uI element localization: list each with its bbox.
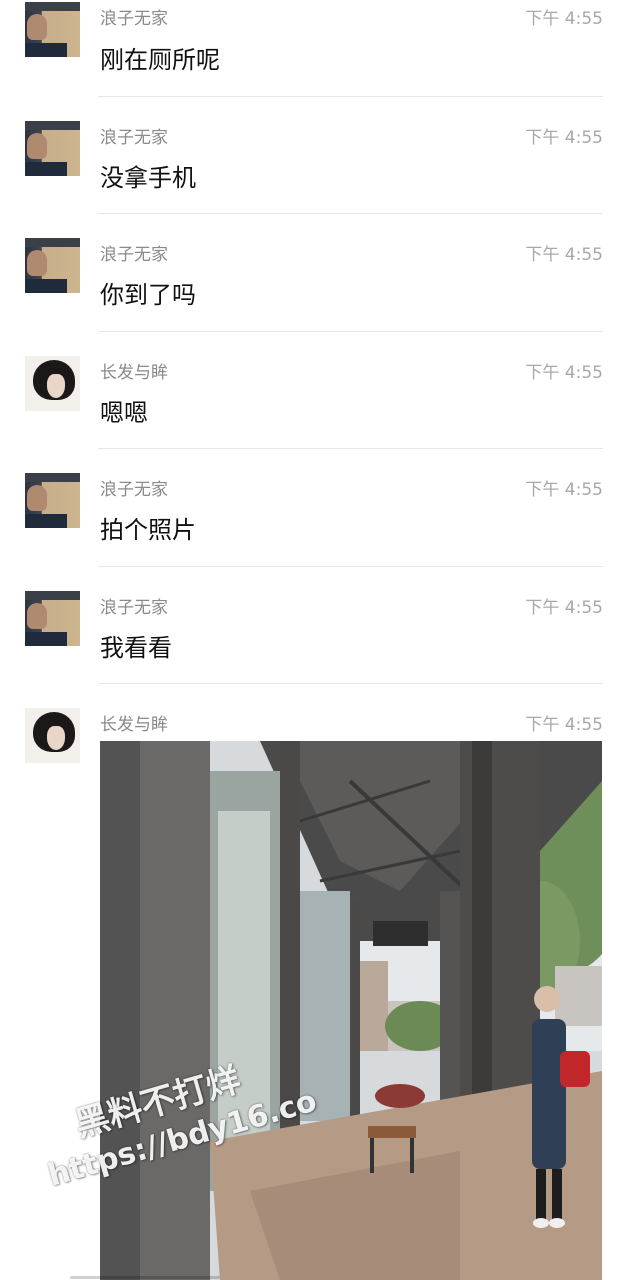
message-time: 下午 4:55 <box>525 245 603 265</box>
bus-stop-photo <box>100 741 602 1280</box>
message-text[interactable]: 你到了吗 <box>100 275 196 310</box>
message-text[interactable]: 拍个照片 <box>100 510 196 545</box>
sender-name: 浪子无家 <box>100 480 168 500</box>
message-time: 下午 4:55 <box>525 363 603 383</box>
divider <box>98 213 603 214</box>
scroll-indicator[interactable] <box>70 1276 220 1279</box>
message-text[interactable]: 我看看 <box>100 628 172 663</box>
sender-name: 浪子无家 <box>100 128 168 148</box>
message-time: 下午 4:55 <box>525 715 603 735</box>
divider <box>98 331 603 332</box>
avatar[interactable] <box>25 473 80 528</box>
photo-message[interactable] <box>100 741 602 1280</box>
avatar[interactable] <box>25 591 80 646</box>
divider <box>98 96 603 97</box>
divider <box>98 448 603 449</box>
message-text[interactable]: 刚在厕所呢 <box>100 40 220 75</box>
message-time: 下午 4:55 <box>525 9 603 29</box>
divider <box>98 683 603 684</box>
avatar[interactable] <box>25 2 80 57</box>
message-text[interactable]: 没拿手机 <box>100 158 196 193</box>
sender-name: 长发与眸 <box>100 715 168 735</box>
sender-name: 浪子无家 <box>100 245 168 265</box>
message-text[interactable]: 嗯嗯 <box>100 393 148 428</box>
avatar[interactable] <box>25 238 80 293</box>
message-time: 下午 4:55 <box>525 480 603 500</box>
sender-name: 长发与眸 <box>100 363 168 383</box>
avatar[interactable] <box>25 121 80 176</box>
message-time: 下午 4:55 <box>525 128 603 148</box>
avatar[interactable] <box>25 356 80 411</box>
avatar[interactable] <box>25 708 80 763</box>
message-time: 下午 4:55 <box>525 598 603 618</box>
sender-name: 浪子无家 <box>100 598 168 618</box>
sender-name: 浪子无家 <box>100 9 168 29</box>
divider <box>98 566 603 567</box>
